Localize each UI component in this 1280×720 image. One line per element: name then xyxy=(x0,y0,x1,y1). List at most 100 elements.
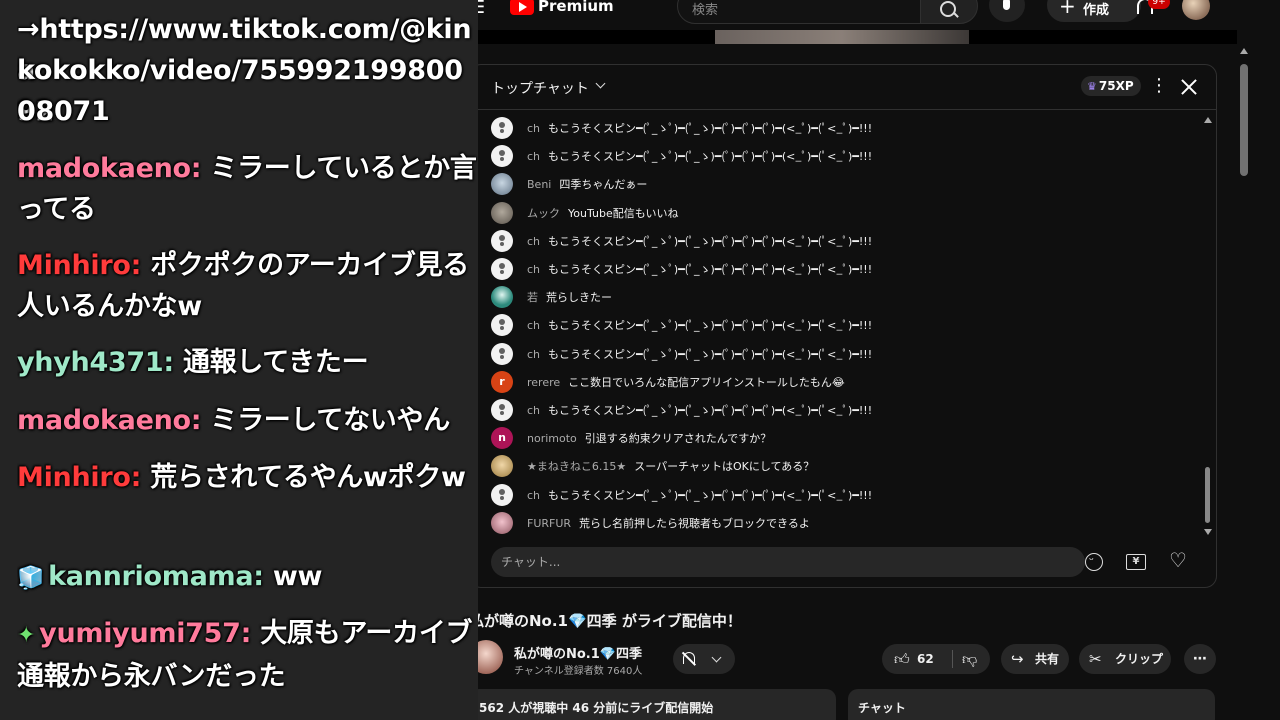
chat-message[interactable]: Beni 四季ちゃんだぁー xyxy=(491,172,1191,196)
chat-author-avatar[interactable] xyxy=(491,314,513,337)
chat-message-text: もこうそくスピン━(ﾟ_ゝﾟ)━(ﾟ_ゝ)━(ﾟ)━(ﾟ)━(ﾟ)━(<_ﾟ)━… xyxy=(548,150,873,164)
chat-author-name[interactable]: FURFUR xyxy=(527,517,571,530)
emoji-icon[interactable] xyxy=(1085,553,1103,571)
chat-message-line: FURFUR 荒らし名前押したら視聴者もブロックできるよ xyxy=(527,515,810,531)
chat-author-avatar[interactable] xyxy=(491,201,513,224)
chat-author-name[interactable]: ★まねきねこ6.15★ xyxy=(527,460,626,473)
chat-message[interactable]: ch もこうそくスピン━(ﾟ_ゝﾟ)━(ﾟ_ゝ)━(ﾟ)━(ﾟ)━(ﾟ)━(<_ﾟ… xyxy=(491,398,1191,421)
chat-message-text: もこうそくスピン━(ﾟ_ゝﾟ)━(ﾟ_ゝ)━(ﾟ)━(ﾟ)━(ﾟ)━(<_ﾟ)━… xyxy=(548,404,873,417)
close-icon[interactable] xyxy=(1178,76,1200,98)
scroll-up-arrow[interactable] xyxy=(1204,117,1212,123)
chat-author-avatar[interactable] xyxy=(491,229,513,252)
chat-author-avatar[interactable]: r xyxy=(491,370,513,393)
chat-message[interactable]: ch もこうそくスピン━(ﾟ_ゝﾟ)━(ﾟ_ゝ)━(ﾟ)━(ﾟ)━(ﾟ)━(<_ﾟ… xyxy=(491,313,1191,337)
search-button[interactable] xyxy=(920,0,978,24)
heart-icon[interactable]: ♡ xyxy=(1169,549,1187,571)
thumbs-down-icon[interactable]: 👎︎ xyxy=(962,644,977,674)
chat-author-avatar[interactable] xyxy=(491,173,513,196)
youtube-logo[interactable]: Premium xyxy=(510,0,614,18)
chat-author-avatar[interactable] xyxy=(491,117,513,139)
chat-message[interactable]: ch もこうそくスピン━(ﾟ_ゝﾟ)━(ﾟ_ゝ)━(ﾟ)━(ﾟ)━(ﾟ)━(<_ﾟ… xyxy=(491,229,1191,252)
chat-author-name[interactable]: ch xyxy=(527,122,540,135)
chat-message[interactable]: FURFUR 荒らし名前押したら視聴者もブロックできるよ xyxy=(491,511,1191,534)
chat-author-name[interactable]: ch xyxy=(527,319,540,332)
chat-author-name[interactable]: ムック xyxy=(527,207,560,220)
chat-author-name[interactable]: norimoto xyxy=(527,432,577,445)
chat-author-name[interactable]: rerere xyxy=(527,376,560,389)
chat-message[interactable]: n norimoto 引退する約束クリアされたんですか？ xyxy=(491,426,1191,450)
voice-search-button[interactable] xyxy=(989,0,1025,22)
chat-author-name[interactable]: ch xyxy=(527,489,540,502)
chat-author-name[interactable]: ch xyxy=(527,404,540,417)
chat-message-line: ch もこうそくスピン━(ﾟ_ゝﾟ)━(ﾟ_ゝ)━(ﾟ)━(ﾟ)━(ﾟ)━(<_ﾟ… xyxy=(527,346,872,362)
more-vert-icon[interactable]: ⋮ xyxy=(1150,77,1168,95)
chat-input-box[interactable] xyxy=(491,547,1085,577)
page-scrollbar-thumb[interactable] xyxy=(1240,64,1248,176)
chat-author-name[interactable]: ch xyxy=(527,150,540,163)
description-card[interactable]: 562 人が視聴中 46 分前にライブ配信開始 xyxy=(469,689,836,720)
chat-message[interactable]: ch もこうそくスピン━(ﾟ_ゝﾟ)━(ﾟ_ゝ)━(ﾟ)━(ﾟ)━(ﾟ)━(<_ﾟ… xyxy=(491,116,1191,139)
chat-author-name[interactable]: ch xyxy=(527,263,540,276)
chevron-down-icon[interactable] xyxy=(595,78,606,89)
scroll-down-arrow[interactable] xyxy=(1204,529,1212,535)
scissors-icon: ✂ xyxy=(1089,650,1102,668)
chat-mode-selector[interactable]: トップチャット xyxy=(491,78,589,98)
share-button[interactable]: ↪ 共有 xyxy=(1001,644,1069,674)
crown-icon: ♛ xyxy=(1087,80,1097,93)
page-scroll-up-arrow[interactable] xyxy=(1240,48,1248,54)
chat-message[interactable]: ch もこうそくスピン━(ﾟ_ゝﾟ)━(ﾟ_ゝ)━(ﾟ)━(ﾟ)━(ﾟ)━(<_ﾟ… xyxy=(491,257,1191,280)
chat-message[interactable]: ch もこうそくスピン━(ﾟ_ゝﾟ)━(ﾟ_ゝ)━(ﾟ)━(ﾟ)━(ﾟ)━(<_ﾟ… xyxy=(491,342,1191,365)
create-label: 作成 xyxy=(1083,3,1110,18)
chat-card[interactable]: チャット xyxy=(848,689,1215,720)
chat-message-text: 荒らしきたー xyxy=(546,291,612,305)
chat-author-avatar[interactable] xyxy=(491,286,513,309)
chat-message-text: YouTube配信もいいね xyxy=(568,206,679,220)
overlay-username: madokaeno xyxy=(17,153,191,184)
search-box[interactable] xyxy=(677,0,922,24)
chat-scrollbar[interactable] xyxy=(1204,117,1212,535)
chat-message[interactable]: ch もこうそくスピン━(ﾟ_ゝﾟ)━(ﾟ_ゝ)━(ﾟ)━(ﾟ)━(ﾟ)━(<_ﾟ… xyxy=(491,144,1191,168)
notification-settings-button[interactable] xyxy=(673,644,735,674)
chat-message[interactable]: 若荒らしきたー xyxy=(491,285,1191,309)
chat-message-line: ★まねきねこ6.15★ スーパーチャットはOKにしてある？ xyxy=(527,458,814,474)
chat-message-line: ch もこうそくスピン━(ﾟ_ゝﾟ)━(ﾟ_ゝ)━(ﾟ)━(ﾟ)━(ﾟ)━(<_ﾟ… xyxy=(527,402,872,418)
chat-message[interactable]: ★まねきねこ6.15★ スーパーチャットはOKにしてある？ xyxy=(491,454,1191,478)
chat-message-line: ch もこうそくスピン━(ﾟ_ゝﾟ)━(ﾟ_ゝ)━(ﾟ)━(ﾟ)━(ﾟ)━(<_ﾟ… xyxy=(527,120,872,136)
channel-name[interactable]: 私が噂のNo.1💎四季 xyxy=(514,643,642,662)
overlay-username: kannriomama xyxy=(48,561,254,592)
chat-author-name[interactable]: ch xyxy=(527,235,540,248)
chat-author-name[interactable]: 若 xyxy=(527,291,538,304)
chat-author-name[interactable]: ch xyxy=(527,348,540,361)
chat-message[interactable]: ch もこうそくスピン━(ﾟ_ゝﾟ)━(ﾟ_ゝ)━(ﾟ)━(ﾟ)━(ﾟ)━(<_ﾟ… xyxy=(491,483,1191,506)
clip-button[interactable]: ✂ クリップ xyxy=(1079,644,1171,674)
chat-author-avatar[interactable] xyxy=(491,399,513,421)
search-input[interactable] xyxy=(692,1,912,19)
chat-message[interactable]: r rerere ここ数日でいろんな配信アプリインストールしたもん😂 xyxy=(491,370,1191,393)
more-actions-button[interactable]: ⋯ xyxy=(1184,644,1216,674)
super-chat-icon[interactable]: ¥ xyxy=(1126,554,1146,570)
chat-message-text: もこうそくスピン━(ﾟ_ゝﾟ)━(ﾟ_ゝ)━(ﾟ)━(ﾟ)━(ﾟ)━(<_ﾟ)━… xyxy=(548,263,873,276)
like-count[interactable]: 62 xyxy=(917,644,934,674)
chat-author-avatar[interactable]: n xyxy=(491,427,513,450)
overlay-chat-line: Minhiro: 荒らされてるやんwポクw xyxy=(17,462,466,493)
live-chat-panel: トップチャット ♛ 75XP ⋮ ch もこうそくスピン━(ﾟ_ゝﾟ)━(ﾟ_ゝ)━… xyxy=(469,64,1217,588)
account-avatar[interactable] xyxy=(1182,0,1210,20)
scrollbar-thumb[interactable] xyxy=(1205,467,1210,523)
chat-message[interactable]: ムック YouTube配信もいいね xyxy=(491,201,1191,224)
chat-author-avatar[interactable] xyxy=(491,511,513,534)
overlay-chat-line: yhyh4371: 通報してきたー xyxy=(17,347,369,378)
chat-author-avatar[interactable] xyxy=(491,455,513,478)
share-icon: ↪ xyxy=(1011,650,1024,668)
chat-author-name[interactable]: Beni xyxy=(527,178,551,191)
overlay-message-text: ミラーしてないやん xyxy=(210,405,450,436)
chat-author-avatar[interactable] xyxy=(491,483,513,506)
create-button[interactable]: + 作成 xyxy=(1047,0,1141,22)
thumbs-up-icon[interactable]: 👍︎ xyxy=(894,644,910,674)
chat-message-line: ch もこうそくスピン━(ﾟ_ゝﾟ)━(ﾟ_ゝ)━(ﾟ)━(ﾟ)━(ﾟ)━(<_ﾟ… xyxy=(527,317,872,333)
chat-author-avatar[interactable] xyxy=(491,258,513,280)
chat-input[interactable] xyxy=(501,554,1061,570)
chat-author-avatar[interactable] xyxy=(491,342,513,365)
chat-author-avatar[interactable] xyxy=(491,145,513,168)
overlay-username: yhyh4371 xyxy=(17,347,164,378)
xp-badge[interactable]: ♛ 75XP xyxy=(1081,76,1141,96)
